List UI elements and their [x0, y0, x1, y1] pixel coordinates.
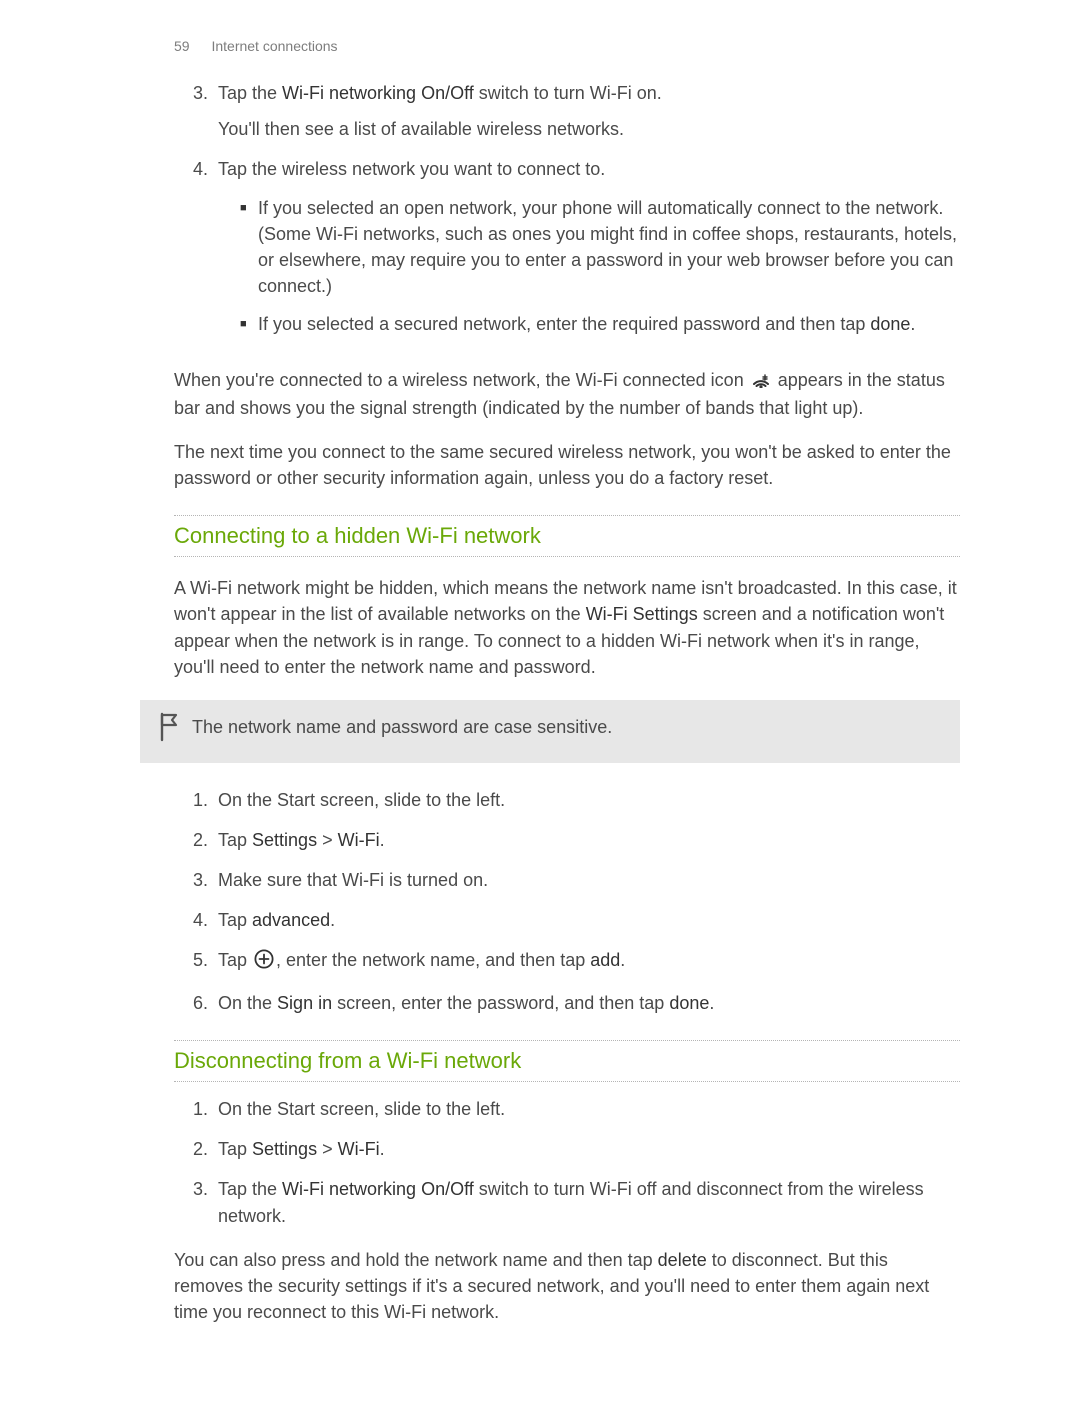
section-title: Disconnecting from a Wi-Fi network: [174, 1045, 960, 1077]
paragraph: A Wi-Fi network might be hidden, which m…: [174, 575, 960, 679]
list-marker: 5.: [174, 947, 218, 976]
list-text: Tap Settings > Wi-Fi.: [218, 827, 960, 853]
bullet-icon: ■: [240, 195, 258, 299]
bullet-item: ■ If you selected a secured network, ent…: [240, 311, 960, 337]
list-text: Tap advanced.: [218, 907, 960, 933]
wifi-connected-icon: [751, 369, 771, 395]
bullet-text: If you selected a secured network, enter…: [258, 311, 960, 337]
ordered-list: 1. On the Start screen, slide to the lef…: [174, 1096, 960, 1228]
list-item: 5. Tap , enter the network name, and the…: [174, 947, 960, 976]
list-item: 4. Tap the wireless network you want to …: [174, 156, 960, 349]
top-ordered-list: 3. Tap the Wi-Fi networking On/Off switc…: [174, 80, 960, 349]
bullet-text: If you selected an open network, your ph…: [258, 195, 960, 299]
page-number: 59: [174, 36, 190, 56]
list-marker: 6.: [174, 990, 218, 1016]
list-item: 2. Tap Settings > Wi-Fi.: [174, 827, 960, 853]
bold-text: advanced: [252, 910, 330, 930]
add-icon: [254, 949, 274, 976]
list-text: Tap , enter the network name, and then t…: [218, 947, 960, 976]
list-marker: 3.: [174, 867, 218, 893]
content: 1. On the Start screen, slide to the lef…: [0, 763, 1080, 1325]
list-text: Make sure that Wi-Fi is turned on.: [218, 867, 960, 893]
list-item: 1. On the Start screen, slide to the lef…: [174, 787, 960, 813]
list-text: Tap Settings > Wi-Fi.: [218, 1136, 960, 1162]
ordered-list: 1. On the Start screen, slide to the lef…: [174, 787, 960, 1017]
callout-text: The network name and password are case s…: [192, 714, 940, 740]
list-text: Tap the wireless network you want to con…: [218, 156, 960, 182]
list-marker: 4.: [174, 907, 218, 933]
bullet-list: ■ If you selected an open network, your …: [240, 195, 960, 337]
flag-icon: [156, 712, 182, 749]
list-text: Tap the Wi-Fi networking On/Off switch t…: [218, 80, 960, 106]
manual-page: 59 Internet connections 3. Tap the Wi-Fi…: [0, 0, 1080, 1403]
list-text: You'll then see a list of available wire…: [218, 116, 960, 142]
list-item: 6. On the Sign in screen, enter the pass…: [174, 990, 960, 1016]
section-title: Connecting to a hidden Wi-Fi network: [174, 520, 960, 552]
bold-text: Wi-Fi: [338, 830, 380, 850]
paragraph: You can also press and hold the network …: [174, 1247, 960, 1325]
list-marker: 1.: [174, 1096, 218, 1122]
list-text: Tap the Wi-Fi networking On/Off switch t…: [218, 1176, 960, 1228]
paragraph: When you're connected to a wireless netw…: [174, 367, 960, 421]
bold-text: Wi-Fi Settings: [586, 604, 698, 624]
page-section-name: Internet connections: [211, 38, 337, 54]
list-text: On the Start screen, slide to the left.: [218, 1096, 960, 1122]
list-item: 3. Tap the Wi-Fi networking On/Off switc…: [174, 1176, 960, 1228]
bold-text: add: [590, 950, 620, 970]
bullet-item: ■ If you selected an open network, your …: [240, 195, 960, 299]
list-text: On the Start screen, slide to the left.: [218, 787, 960, 813]
bold-text: done: [669, 993, 709, 1013]
list-item: 4. Tap advanced.: [174, 907, 960, 933]
page-header: 59 Internet connections: [0, 36, 1080, 56]
paragraph: The next time you connect to the same se…: [174, 439, 960, 491]
section-heading: Connecting to a hidden Wi-Fi network: [174, 515, 960, 557]
bold-text: Sign in: [277, 993, 332, 1013]
callout-box: The network name and password are case s…: [140, 700, 960, 763]
list-item: 1. On the Start screen, slide to the lef…: [174, 1096, 960, 1122]
bold-text: Wi-Fi networking On/Off: [282, 1179, 474, 1199]
list-marker: 2.: [174, 827, 218, 853]
list-marker: 3.: [174, 1176, 218, 1228]
list-marker: 1.: [174, 787, 218, 813]
list-item: 2. Tap Settings > Wi-Fi.: [174, 1136, 960, 1162]
bold-text: done: [870, 314, 910, 334]
bullet-icon: ■: [240, 311, 258, 337]
list-text: On the Sign in screen, enter the passwor…: [218, 990, 960, 1016]
bold-text: Settings: [252, 1139, 317, 1159]
list-item: 3. Make sure that Wi-Fi is turned on.: [174, 867, 960, 893]
list-marker: 2.: [174, 1136, 218, 1162]
bold-text: Wi-Fi: [338, 1139, 380, 1159]
content: 3. Tap the Wi-Fi networking On/Off switc…: [0, 56, 1080, 679]
list-marker: 3.: [174, 80, 218, 142]
section-heading: Disconnecting from a Wi-Fi network: [174, 1040, 960, 1082]
bold-text: Wi-Fi networking On/Off: [282, 83, 474, 103]
list-item: 3. Tap the Wi-Fi networking On/Off switc…: [174, 80, 960, 142]
list-marker: 4.: [174, 156, 218, 349]
bold-text: delete: [658, 1250, 707, 1270]
bold-text: Settings: [252, 830, 317, 850]
